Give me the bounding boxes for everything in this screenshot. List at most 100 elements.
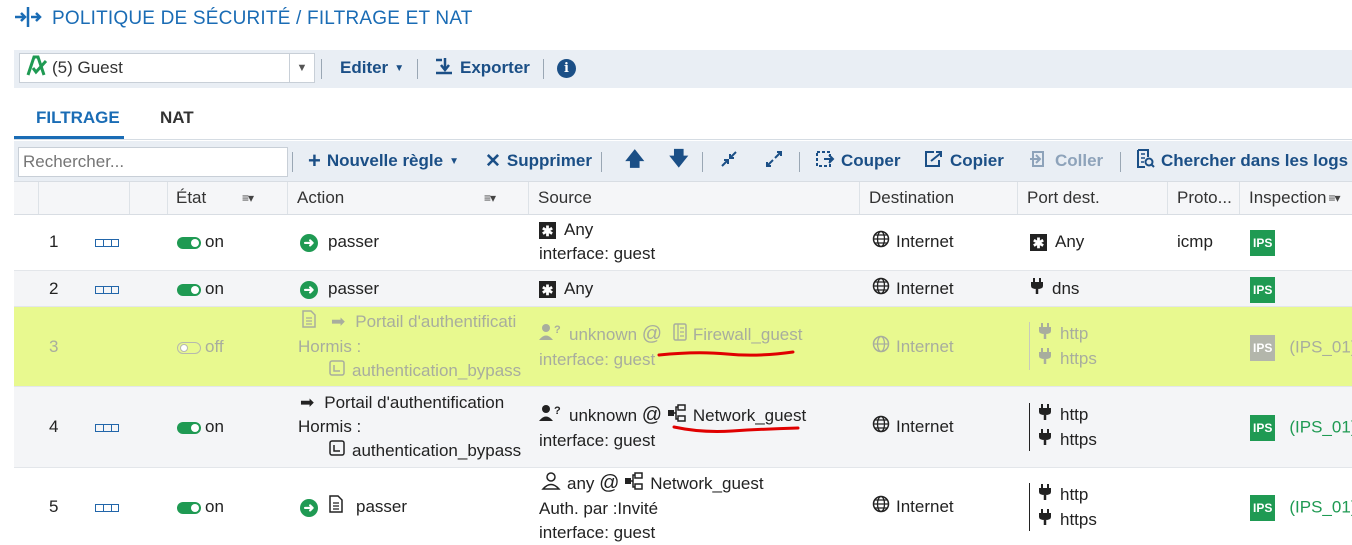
action-label: passer <box>328 279 380 298</box>
cut-icon <box>815 150 835 173</box>
port-cell[interactable]: ✱ Any <box>1030 230 1084 254</box>
sequence-icon[interactable] <box>95 415 119 439</box>
table-row[interactable]: 4 on ➡ Portail d'authentification Hormis … <box>14 387 1352 468</box>
state-toggle[interactable]: off <box>177 335 224 359</box>
tabs-divider <box>14 139 1352 140</box>
column-header-source[interactable]: Source <box>538 182 592 214</box>
move-down-button[interactable]: 🡇 <box>669 146 689 176</box>
action-cell[interactable]: ➡ Portail d'authentification Hormis : aut… <box>298 391 521 464</box>
destination-cell[interactable]: Internet <box>872 495 954 520</box>
tab-nat[interactable]: NAT <box>160 108 194 128</box>
divider <box>543 59 544 79</box>
edit-menu-button[interactable]: Editer ▼ <box>340 53 404 83</box>
column-header-protocol[interactable]: Proto... <box>1177 182 1232 214</box>
divider <box>1120 152 1121 172</box>
inspection-cell[interactable]: IPS <box>1250 230 1289 256</box>
delete-button[interactable]: ✕ Supprimer <box>485 146 592 176</box>
table-row[interactable]: 1 on ➜ passer ✱ Any interface: guest Inter… <box>14 215 1352 271</box>
port-label: http <box>1060 405 1089 424</box>
inspection-cell[interactable]: IPS (IPS_01) <box>1250 415 1352 441</box>
sort-inspection-icon[interactable]: ≡▾ <box>1329 191 1341 205</box>
copy-button[interactable]: Copier <box>924 146 1004 176</box>
state-toggle[interactable]: on <box>177 495 224 519</box>
divider <box>417 59 418 79</box>
action-cell[interactable]: ➜ passer <box>300 230 379 254</box>
search-input[interactable] <box>18 147 288 177</box>
state-toggle[interactable]: on <box>177 415 224 439</box>
destination-label: Internet <box>896 232 954 251</box>
port-cell[interactable]: http https <box>1038 322 1097 372</box>
inspection-cell[interactable]: IPS <box>1250 277 1289 303</box>
state-label: off <box>205 337 224 356</box>
destination-cell[interactable]: Internet <box>872 277 954 302</box>
port-cell[interactable]: dns <box>1030 277 1079 302</box>
chevron-down-icon[interactable]: ▼ <box>289 54 314 82</box>
inspection-cell[interactable]: IPS (IPS_01) <box>1250 495 1352 521</box>
collapse-button[interactable] <box>721 146 737 176</box>
protocol-header-label: Proto... <box>1177 188 1232 207</box>
paste-button[interactable]: Coller <box>1029 146 1103 176</box>
sequence-icon[interactable] <box>95 495 119 519</box>
table-row[interactable]: 3 off ➡ Portail d'authentificati Hormis :… <box>14 307 1352 387</box>
state-header-label: État <box>176 188 207 207</box>
action-cell[interactable]: ➜ passer <box>300 277 379 301</box>
source-user: any <box>567 474 595 493</box>
cut-button[interactable]: Couper <box>815 146 901 176</box>
sort-state-icon[interactable]: ≡▾ <box>242 182 254 214</box>
move-up-button[interactable]: 🡅 <box>625 146 645 176</box>
ips-badge: IPS <box>1250 415 1276 441</box>
destination-cell[interactable]: Internet <box>872 230 954 255</box>
column-header-destination[interactable]: Destination <box>869 182 954 214</box>
firewall-object-icon <box>673 323 687 348</box>
sequence-icon[interactable] <box>95 277 119 301</box>
port-cell[interactable]: http https <box>1038 403 1097 453</box>
port-label: https <box>1060 510 1097 530</box>
policy-select[interactable]: (5) Guest ▼ <box>19 53 315 83</box>
rule-number: 2 <box>49 279 59 298</box>
table-row[interactable]: 2 on ➜ passer ✱ Any Internet dns IPS <box>14 271 1352 307</box>
paste-icon <box>1029 150 1049 173</box>
state-label: on <box>205 279 224 298</box>
inspection-header-label: Inspection <box>1249 188 1327 207</box>
source-cell[interactable]: ✱ Any interface: guest <box>539 218 655 266</box>
action-label: passer <box>328 232 380 251</box>
ips-badge: IPS <box>1250 277 1276 303</box>
destination-header-label: Destination <box>869 188 955 207</box>
column-header-state[interactable]: État <box>176 182 206 214</box>
info-button[interactable]: i <box>557 53 576 83</box>
toggle-off-icon <box>177 341 201 354</box>
page-header: POLITIQUE DE SÉCURITÉ / FILTRAGE ET NAT <box>14 6 473 32</box>
tab-filtrage[interactable]: FILTRAGE <box>36 108 120 128</box>
action-cell[interactable]: ➡ Portail d'authentificati Hormis : authe… <box>298 310 521 384</box>
port-group-bar <box>1029 403 1030 451</box>
any-icon: ✱ <box>1030 234 1047 252</box>
sequence-icon[interactable] <box>95 230 119 254</box>
port-cell[interactable]: http https <box>1038 483 1097 533</box>
column-header-action[interactable]: Action <box>297 182 344 214</box>
source-cell[interactable]: any @ Network_guest Auth. par :Invité in… <box>539 471 764 545</box>
source-user: unknown <box>569 406 638 425</box>
new-rule-button[interactable]: + Nouvelle règle ▼ <box>308 146 459 176</box>
at-sign: @ <box>641 323 663 345</box>
state-toggle[interactable]: on <box>177 230 224 254</box>
destination-cell[interactable]: Internet <box>872 415 954 440</box>
protocol-label: icmp <box>1177 232 1213 251</box>
rule-number: 3 <box>49 337 59 356</box>
action-cell[interactable]: ➜ passer <box>300 495 407 520</box>
export-button[interactable]: Exporter <box>434 53 530 83</box>
pass-arrow-icon: ➜ <box>300 498 318 517</box>
source-cell[interactable]: ? unknown @ Firewall_guest interface: gue… <box>539 322 802 372</box>
table-row[interactable]: 5 on ➜ passer any @ Network_guest Auth. p… <box>14 468 1352 542</box>
sort-action-icon[interactable]: ≡▾ <box>484 182 496 214</box>
plug-icon <box>1038 428 1052 453</box>
column-header-inspection[interactable]: Inspection ≡▾ <box>1249 182 1341 214</box>
destination-cell[interactable]: Internet <box>872 335 954 360</box>
state-toggle[interactable]: on <box>177 277 224 301</box>
column-header-port[interactable]: Port dest. <box>1027 182 1100 214</box>
search-logs-button[interactable]: Chercher dans les logs <box>1135 146 1348 176</box>
copy-icon <box>924 150 944 173</box>
cut-label: Couper <box>841 151 901 170</box>
inspection-cell[interactable]: IPS (IPS_01) <box>1250 335 1352 361</box>
source-cell[interactable]: ✱ Any <box>539 277 593 301</box>
expand-button[interactable] <box>766 146 782 176</box>
